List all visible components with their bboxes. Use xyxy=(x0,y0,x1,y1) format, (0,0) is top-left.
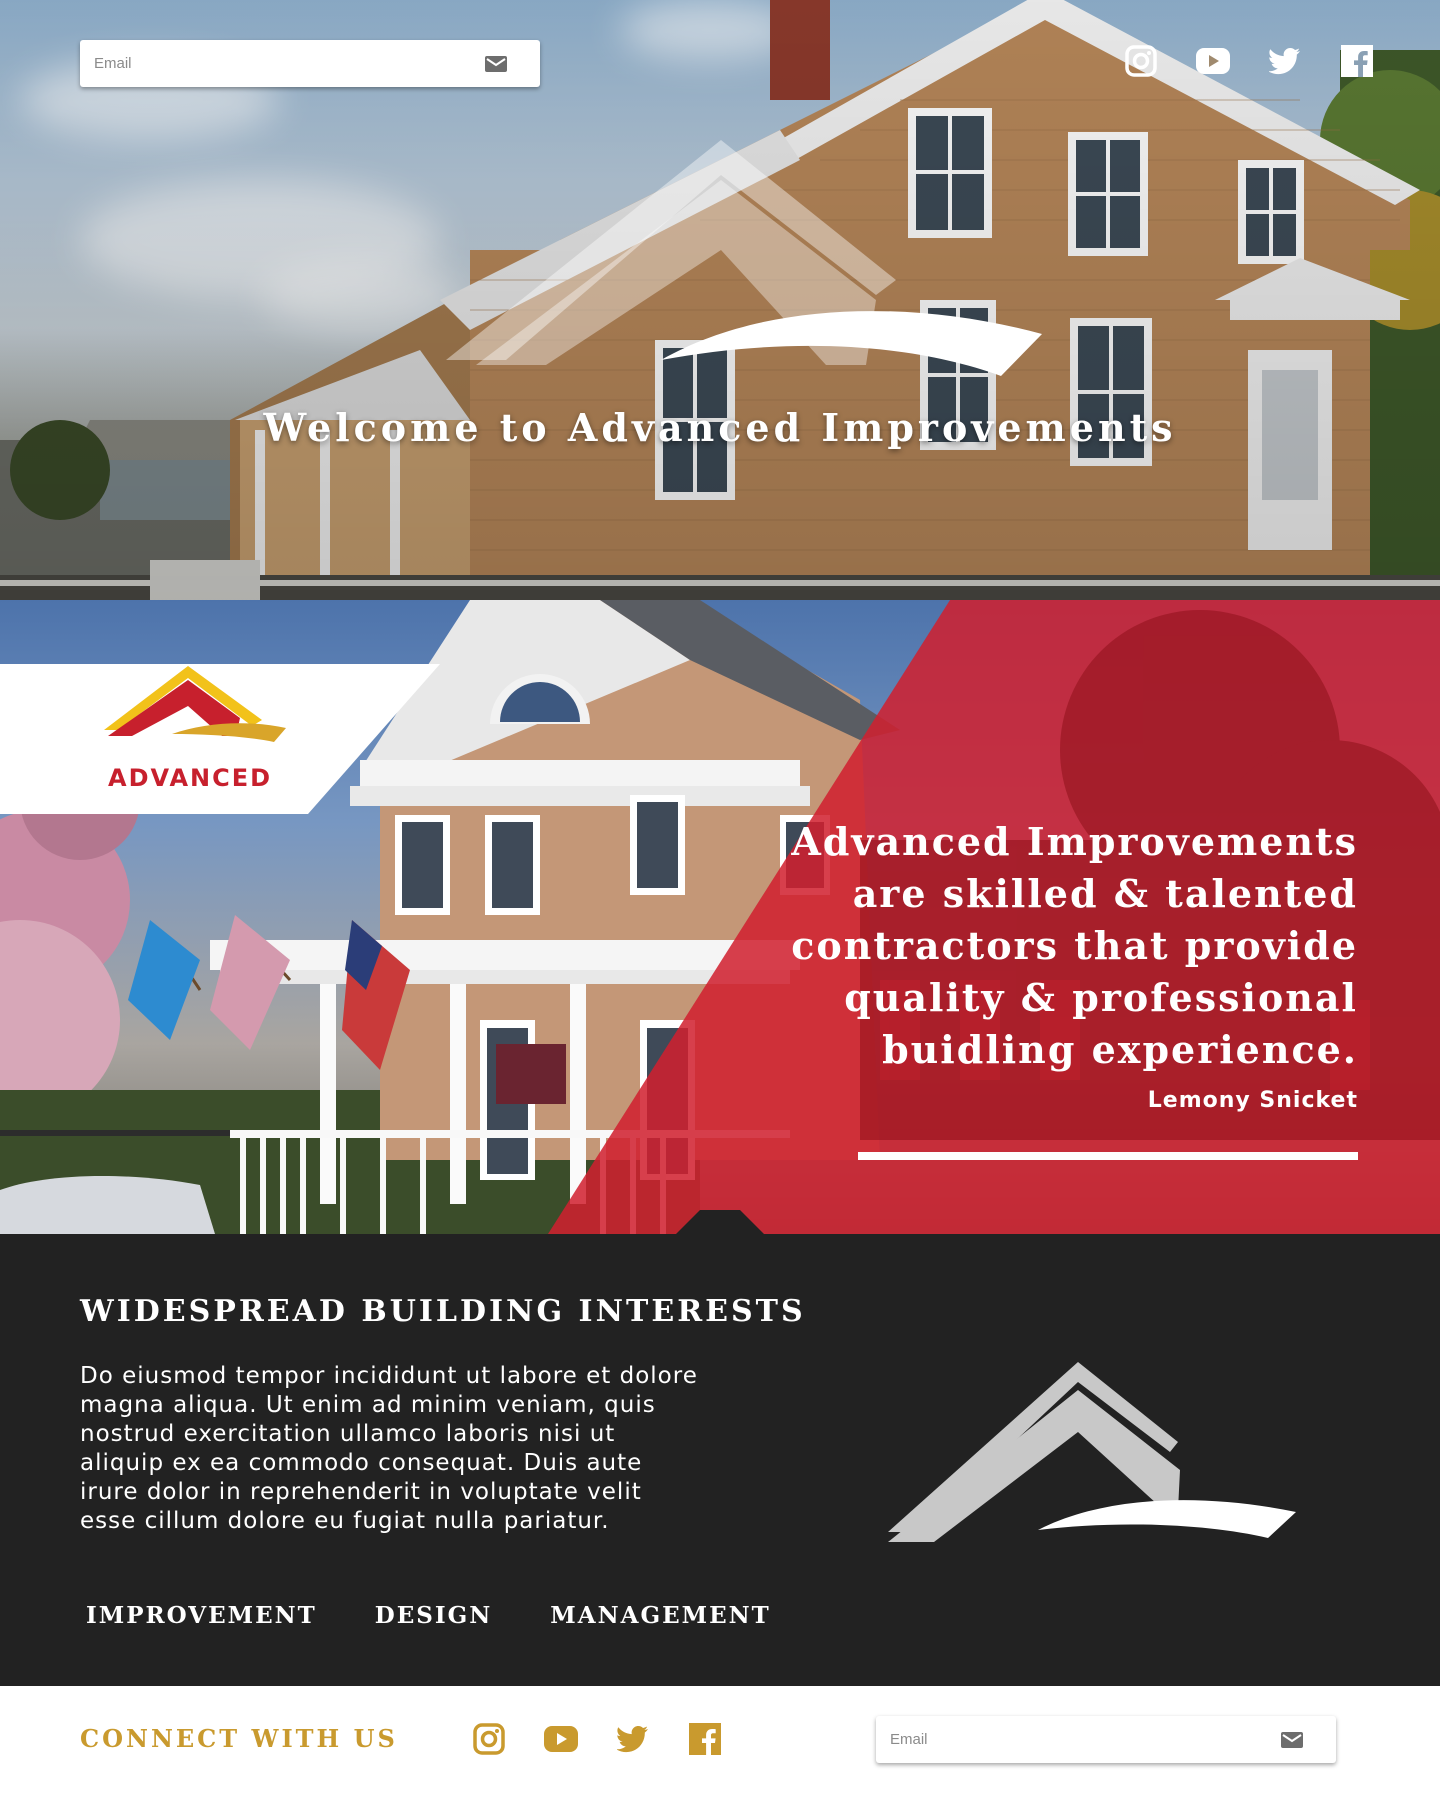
email-input[interactable] xyxy=(80,55,476,72)
body-line: nostrud exercitation ullamco laboris nis… xyxy=(80,1421,616,1447)
body-line: Do eiusmod tempor incididunt ut labore e… xyxy=(80,1363,698,1389)
body-line: irure dolor in reprehenderit in voluptat… xyxy=(80,1479,642,1505)
quote-section: ADVANCED Advanced Improvements are skill… xyxy=(0,600,1440,1234)
design-link[interactable]: DESIGN xyxy=(375,1602,493,1629)
facebook-icon[interactable] xyxy=(688,1722,722,1756)
section-body: Do eiusmod tempor incididunt ut labore e… xyxy=(80,1362,730,1536)
roof-logo-icon xyxy=(888,1362,1296,1542)
quote-line: buidling experience. xyxy=(882,1027,1358,1072)
services-nav: IMPROVEMENT DESIGN MANAGEMENT xyxy=(86,1602,771,1629)
body-line: aliquip ex ea commodo consequat. Duis au… xyxy=(80,1450,643,1476)
body-line: esse cillum dolore eu fugiat nulla paria… xyxy=(80,1508,610,1534)
header-social-links xyxy=(1124,44,1374,78)
body-line: magna aliqua. Ut enim ad minim veniam, q… xyxy=(80,1392,656,1418)
hero-title: Welcome to Advanced Improvements xyxy=(263,405,1177,450)
quote-divider xyxy=(858,1152,1358,1160)
management-link[interactable]: MANAGEMENT xyxy=(550,1602,770,1629)
youtube-icon[interactable] xyxy=(1196,44,1230,78)
section-title: WIDESPREAD BUILDING INTERESTS xyxy=(80,1294,806,1329)
hero-section: Welcome to Advanced Improvements xyxy=(0,0,1440,600)
quote-text: Advanced Improvements are skilled & tale… xyxy=(758,816,1358,1076)
instagram-icon[interactable] xyxy=(1124,44,1158,78)
mail-icon[interactable] xyxy=(1272,1716,1312,1763)
footer-email-field[interactable] xyxy=(876,1716,1336,1763)
footer-social-links xyxy=(472,1722,722,1756)
roof-logo-icon xyxy=(446,140,1042,376)
improvement-link[interactable]: IMPROVEMENT xyxy=(86,1602,317,1629)
quote-line: contractors that provide xyxy=(791,923,1358,968)
services-section: WIDESPREAD BUILDING INTERESTS Do eiusmod… xyxy=(0,1234,1440,1686)
instagram-icon[interactable] xyxy=(472,1722,506,1756)
youtube-icon[interactable] xyxy=(544,1722,578,1756)
twitter-icon[interactable] xyxy=(1268,44,1302,78)
hero-email-field[interactable] xyxy=(80,40,540,87)
quote-line: are skilled & talented xyxy=(852,871,1358,916)
twitter-icon[interactable] xyxy=(616,1722,650,1756)
footer: CONNECT WITH US xyxy=(0,1686,1440,1797)
logo-text: ADVANCED xyxy=(108,764,273,792)
facebook-icon[interactable] xyxy=(1340,44,1374,78)
mail-icon[interactable] xyxy=(476,40,516,87)
quote-line: quality & professional xyxy=(844,975,1358,1020)
quote-line: Advanced Improvements xyxy=(791,819,1358,864)
email-input[interactable] xyxy=(876,1731,1272,1748)
quote-author: Lemony Snicket xyxy=(1147,1088,1358,1113)
connect-heading: CONNECT WITH US xyxy=(80,1724,398,1753)
